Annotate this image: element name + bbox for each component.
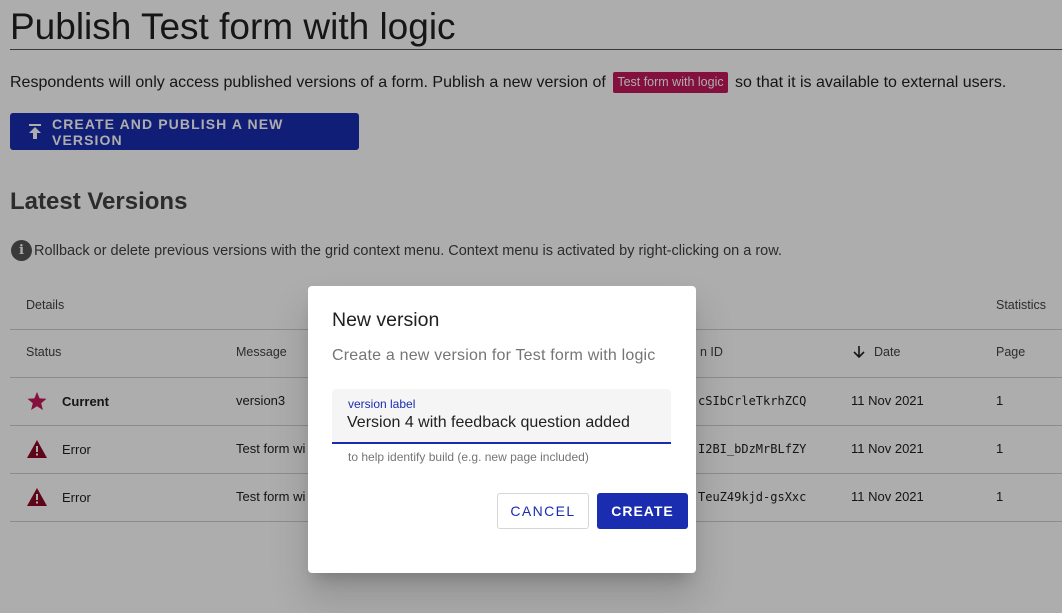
version-label-hint: to help identify build (e.g. new page in…: [348, 450, 589, 464]
create-button[interactable]: CREATE: [597, 493, 688, 529]
dialog-title: New version: [332, 309, 440, 331]
cancel-button[interactable]: CANCEL: [497, 493, 589, 529]
version-label-field[interactable]: version label: [332, 389, 671, 444]
dialog-subtitle: Create a new version for Test form with …: [332, 347, 656, 364]
new-version-dialog: New version Create a new version for Tes…: [308, 286, 696, 573]
version-label-input[interactable]: [347, 412, 657, 434]
version-label-field-label: version label: [348, 397, 416, 411]
